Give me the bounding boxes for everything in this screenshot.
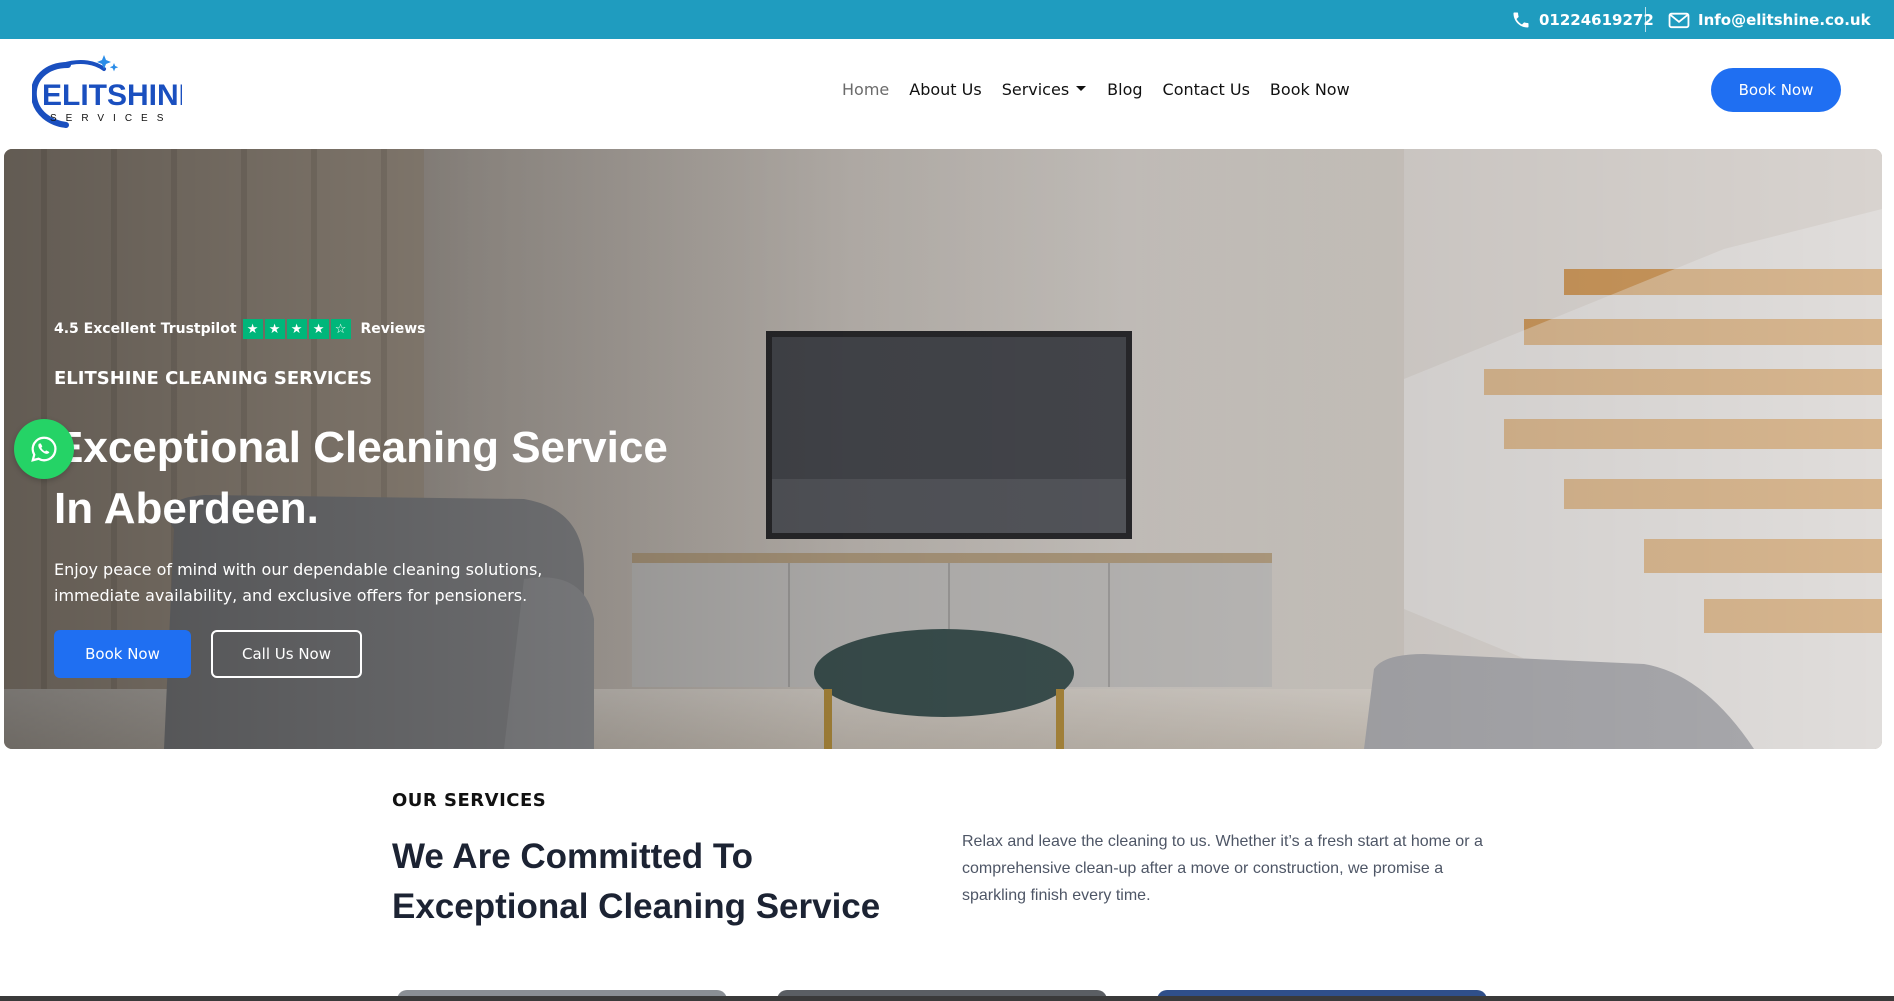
star-icon: ★ <box>264 319 285 339</box>
hero-title-line-2: In Aberdeen. <box>54 484 319 533</box>
star-icon: ★ <box>242 319 263 339</box>
caret-down-icon <box>1076 86 1087 91</box>
phone-link[interactable]: 01224619272 <box>1511 0 1654 39</box>
hero-description: Enjoy peace of mind with our dependable … <box>54 557 574 609</box>
horizontal-scrollbar[interactable] <box>0 996 1894 1001</box>
hero-call-us-button[interactable]: Call Us Now <box>211 630 362 678</box>
logo-tagline: SERVICES <box>50 113 172 124</box>
nav-blog[interactable]: Blog <box>1107 80 1142 99</box>
main-navigation: Home About Us Services Blog Contact Us B… <box>842 39 1370 139</box>
envelope-icon <box>1668 12 1690 28</box>
nav-home[interactable]: Home <box>842 80 889 99</box>
star-icon: ★ <box>286 319 307 339</box>
nav-about-us[interactable]: About Us <box>909 80 981 99</box>
whatsapp-icon <box>31 436 57 462</box>
whatsapp-chat-button[interactable] <box>14 419 74 479</box>
phone-icon <box>1513 12 1529 27</box>
hero-eyebrow: ELITSHINE CLEANING SERVICES <box>54 368 373 389</box>
header-book-now-button[interactable]: Book Now <box>1711 68 1841 112</box>
services-title: We Are Committed To Exceptional Cleaning… <box>392 832 952 932</box>
phone-number: 01224619272 <box>1539 10 1654 29</box>
top-contact-bar: 01224619272 Info@elitshine.co.uk <box>0 0 1894 39</box>
topbar-divider <box>1645 7 1646 32</box>
hero-description-line-2: immediate availability, and exclusive of… <box>54 586 528 605</box>
trustpilot-rating[interactable]: 4.5 Excellent Trustpilot ★ ★ ★ ★ ☆ Revie… <box>54 319 426 339</box>
nav-services[interactable]: Services <box>1002 80 1087 99</box>
nav-contact-us[interactable]: Contact Us <box>1163 80 1250 99</box>
rating-stars: ★ ★ ★ ★ ☆ <box>242 319 353 339</box>
services-title-line-2: Exceptional Cleaning Service <box>392 887 881 926</box>
hero-content: 4.5 Excellent Trustpilot ★ ★ ★ ★ ☆ Revie… <box>54 149 754 749</box>
star-icon: ★ <box>308 319 329 339</box>
rating-suffix: Reviews <box>360 321 426 337</box>
logo-wordmark: ELITSHINE <box>42 79 182 112</box>
services-description: Relax and leave the cleaning to us. Whet… <box>962 833 1483 904</box>
site-header: ELITSHINE SERVICES Home About Us Service… <box>0 39 1894 149</box>
email-link[interactable]: Info@elitshine.co.uk <box>1668 0 1871 39</box>
nav-book-now[interactable]: Book Now <box>1270 80 1350 99</box>
hero-banner: 4.5 Excellent Trustpilot ★ ★ ★ ★ ☆ Revie… <box>4 149 1882 749</box>
hero-title: Exceptional Cleaning Service In Aberdeen… <box>54 417 734 539</box>
hero-book-now-button[interactable]: Book Now <box>54 630 191 678</box>
elitshine-logo[interactable]: ELITSHINE SERVICES <box>30 49 199 131</box>
hero-title-line-1: Exceptional Cleaning Service <box>54 423 668 472</box>
hero-description-line-1: Enjoy peace of mind with our dependable … <box>54 560 543 579</box>
half-star-icon: ☆ <box>330 319 351 339</box>
services-title-line-1: We Are Committed To <box>392 837 754 876</box>
services-eyebrow: OUR SERVICES <box>392 790 547 811</box>
email-address: Info@elitshine.co.uk <box>1698 10 1871 29</box>
rating-text: 4.5 Excellent Trustpilot <box>54 321 237 337</box>
